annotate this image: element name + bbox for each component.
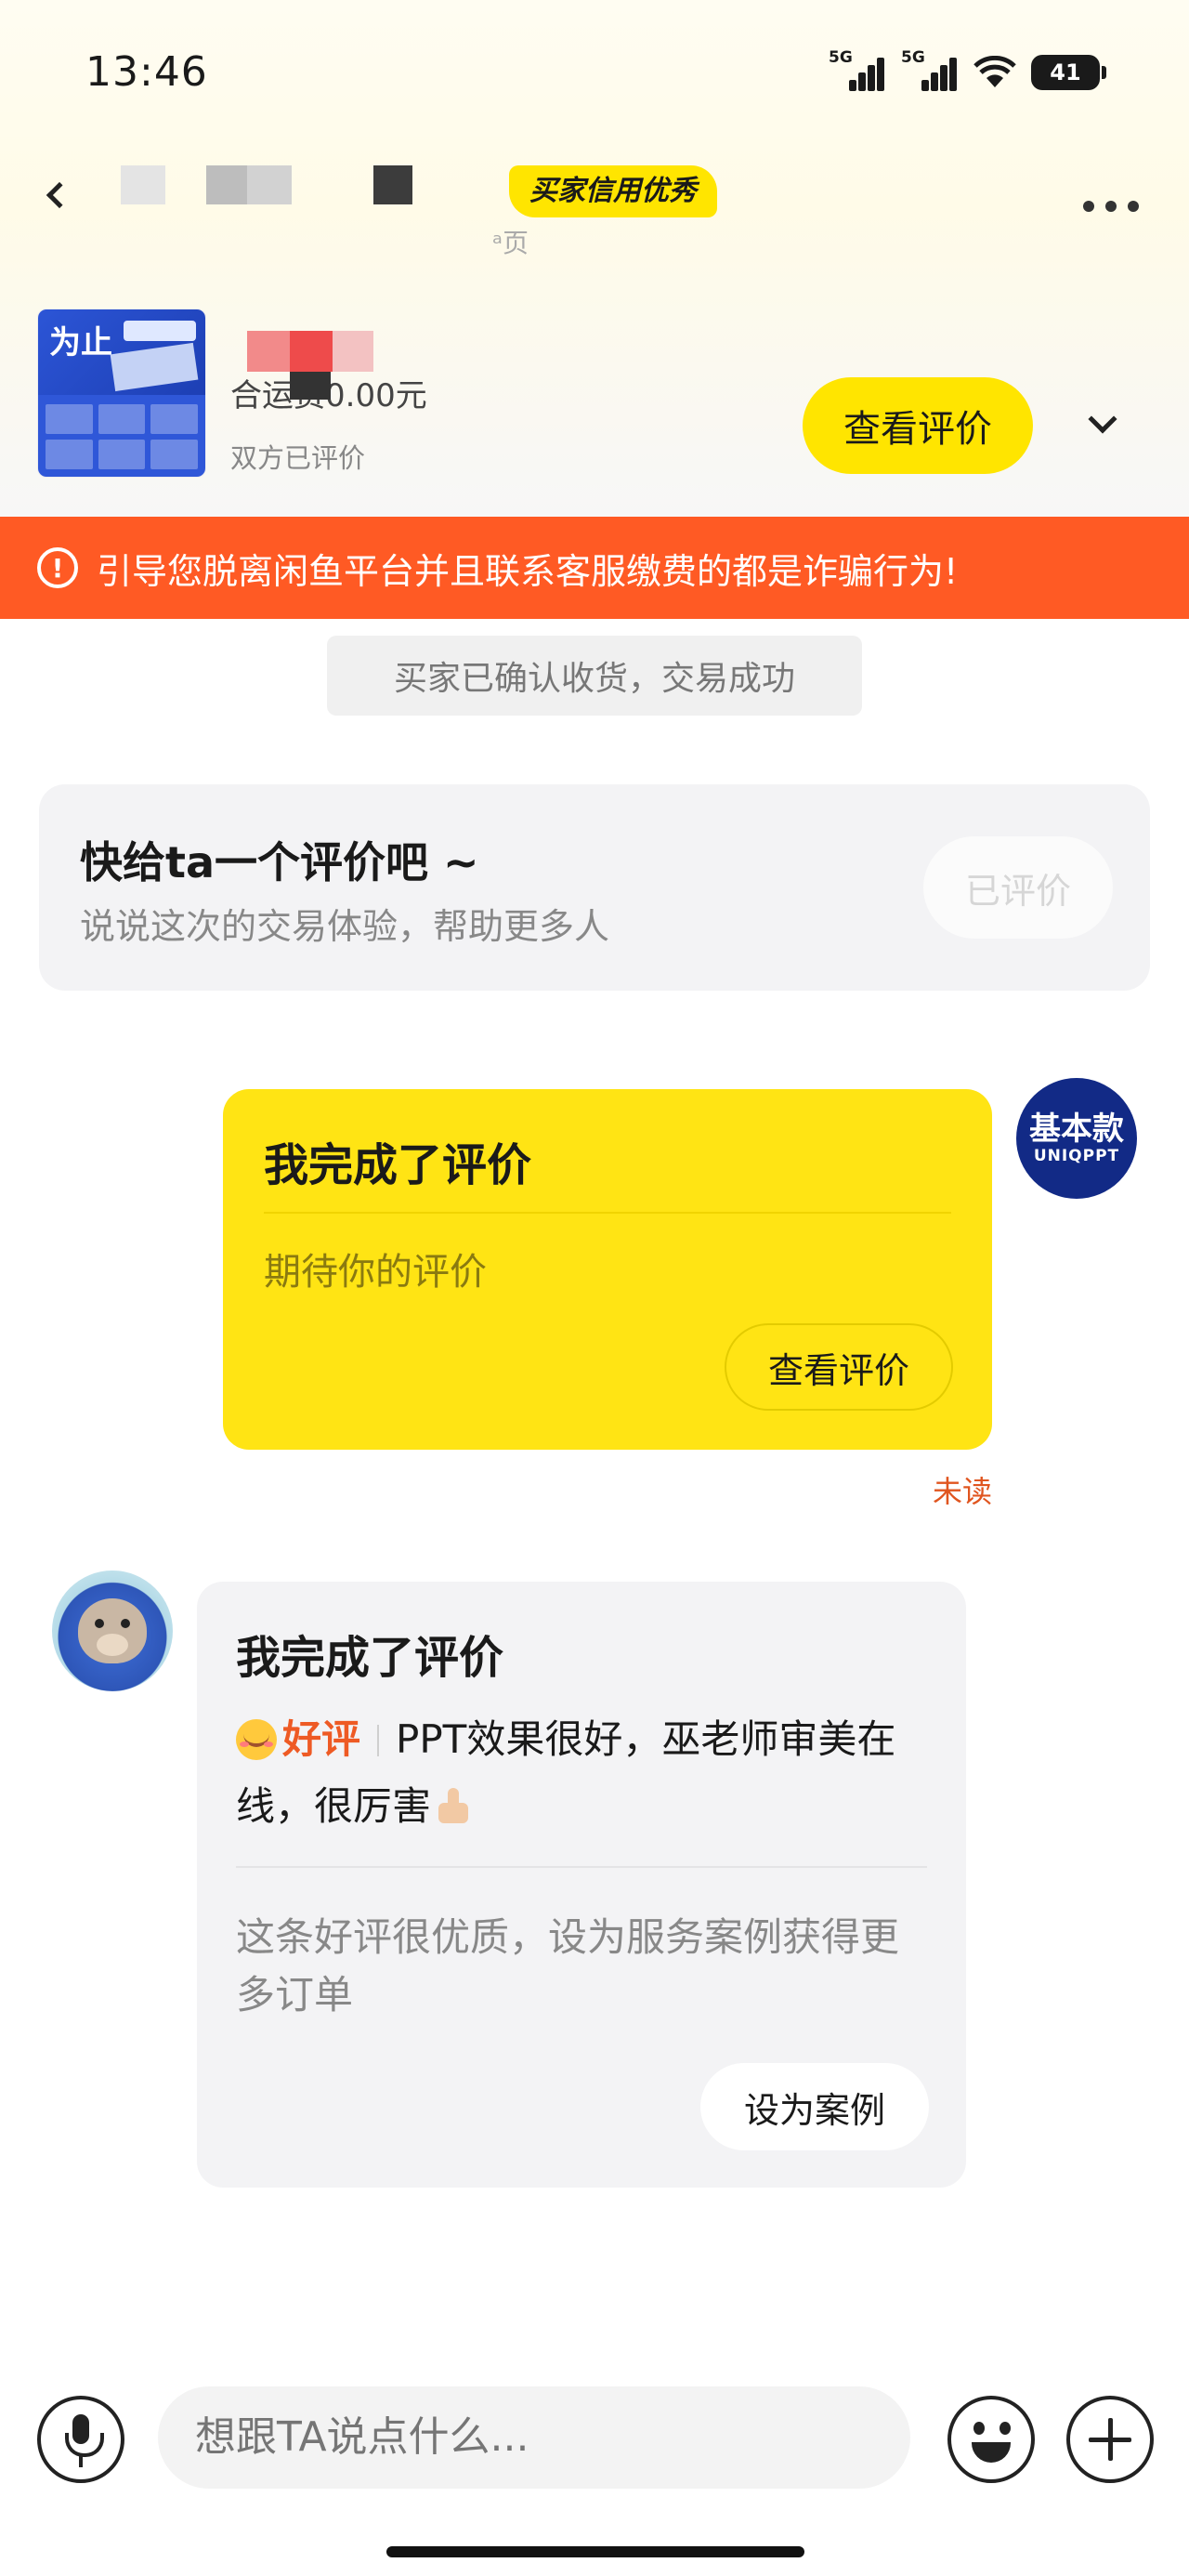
status-icons: 5G 5G 41	[829, 48, 1106, 93]
home-indicator[interactable]	[386, 2546, 804, 2557]
review-prompt-subtitle: 说说这次的交易体验，帮助更多人	[80, 906, 610, 947]
avatar[interactable]	[52, 1571, 173, 1691]
redacted-pixel	[290, 372, 331, 400]
fraud-warning-banner: ! 引导您脱离闲鱼平台并且联系客服缴费的都是诈骗行为!	[0, 517, 1189, 619]
more-icon[interactable]	[1083, 201, 1139, 212]
credit-badge: 买家信用优秀	[509, 165, 717, 217]
separator	[377, 1725, 380, 1756]
thumbs-up-icon	[435, 1788, 476, 1825]
smile-icon	[236, 1719, 277, 1760]
redacted-pixel	[333, 331, 373, 372]
read-status: 未读	[933, 1474, 993, 1509]
status-time: 13:46	[85, 48, 208, 96]
warning-icon: !	[37, 547, 78, 588]
outgoing-review-card: 我完成了评价 期待你的评价 查看评价	[223, 1089, 992, 1450]
header-subtitle: ᵃ页	[492, 228, 529, 258]
promo-text: 这条好评很优质，设为服务案例获得更多订单	[236, 1914, 900, 2017]
avatar[interactable]: 基本款 UNIQPPT	[1016, 1078, 1137, 1199]
view-review-button[interactable]: 查看评价	[803, 377, 1033, 474]
good-review-tag: 好评	[282, 1716, 361, 1762]
redacted-pixel	[373, 165, 412, 204]
product-status: 双方已评价	[230, 442, 366, 474]
redacted-pixel	[247, 165, 292, 204]
view-review-button[interactable]: 查看评价	[725, 1323, 953, 1411]
mic-icon[interactable]	[37, 2396, 124, 2483]
redacted-pixel	[206, 165, 247, 204]
redacted-pixel	[290, 331, 333, 372]
redacted-username	[121, 165, 165, 204]
wifi-icon	[973, 56, 1016, 87]
product-thumbnail[interactable]: 为止	[37, 309, 206, 478]
warning-text: 引导您脱离闲鱼平台并且联系客服缴费的都是诈骗行为!	[97, 550, 959, 592]
card-subtitle: 期待你的评价	[264, 1251, 487, 1294]
emoji-icon[interactable]	[947, 2396, 1035, 2483]
system-message: 买家已确认收货，交易成功	[327, 636, 862, 716]
card-title: 我完成了评价	[264, 1139, 532, 1191]
divider	[264, 1212, 951, 1214]
redacted-title	[247, 331, 290, 372]
battery-icon: 41	[1031, 55, 1106, 90]
incoming-review-card: 我完成了评价 好评 PPT效果很好，巫老师审美在线，很厉害 这条好评很优质，设为服…	[197, 1582, 966, 2188]
set-as-case-button[interactable]: 设为案例	[700, 2063, 929, 2150]
mic-icon-stem	[79, 2454, 83, 2467]
message-input[interactable]	[158, 2386, 910, 2489]
plus-icon[interactable]	[1066, 2396, 1154, 2483]
reviewed-button[interactable]: 已评价	[923, 836, 1113, 939]
review-prompt-card: 快给ta一个评价吧 ~ 说说这次的交易体验，帮助更多人 已评价	[39, 784, 1150, 991]
review-content: 好评 PPT效果很好，巫老师审美在线，很厉害	[236, 1706, 942, 1840]
divider	[236, 1866, 927, 1868]
cellular-signal-icon-2: 5G	[901, 48, 959, 93]
cellular-signal-icon: 5G	[829, 48, 886, 93]
card-title: 我完成了评价	[236, 1632, 504, 1684]
review-prompt-title: 快给ta一个评价吧 ~	[80, 837, 479, 887]
